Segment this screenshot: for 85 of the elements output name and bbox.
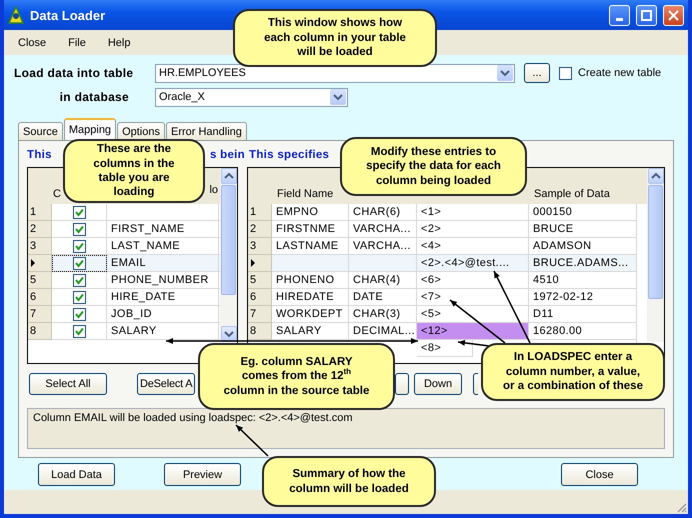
action-button[interactable]: Preview bbox=[164, 463, 241, 486]
panel-button[interactable]: DeSelect A bbox=[137, 373, 195, 395]
table-cell: 000150 bbox=[529, 204, 637, 221]
table-cell: CHAR(3) bbox=[349, 306, 417, 323]
table-cell: 4510 bbox=[529, 272, 637, 289]
field-label: Load data into table bbox=[14, 66, 134, 80]
callout: Modify these entries to specify the data for each column being loaded bbox=[340, 137, 527, 196]
table-cell: ADAMSON bbox=[529, 238, 637, 255]
table-cell: PHONE_NUMBER bbox=[107, 272, 219, 289]
menu-item[interactable]: Close bbox=[18, 36, 46, 48]
row-header[interactable]: 8 bbox=[248, 323, 272, 340]
row-header[interactable]: 2 bbox=[248, 221, 272, 238]
table-cell: SALARY bbox=[272, 323, 349, 340]
panel-button[interactable]: Select All bbox=[29, 373, 107, 395]
table-cell: LASTNAME bbox=[272, 238, 349, 255]
table-cell: VARCHA... bbox=[349, 221, 417, 238]
column-header: C bbox=[52, 188, 62, 202]
table-cell: PHONENO bbox=[272, 272, 349, 289]
action-button[interactable]: Load Data bbox=[38, 463, 115, 486]
row-header[interactable]: 3 bbox=[248, 238, 272, 255]
table-cell: SALARY bbox=[107, 323, 219, 340]
row-header[interactable]: 7 bbox=[28, 306, 52, 323]
table-cell: FIRST_NAME bbox=[107, 221, 219, 238]
table-cell: JOB_ID bbox=[107, 306, 219, 323]
table-cell: DATE bbox=[349, 289, 417, 306]
row-header[interactable]: 3 bbox=[28, 238, 52, 255]
row-header[interactable]: 8 bbox=[28, 323, 52, 340]
row-header[interactable]: 6 bbox=[248, 289, 272, 306]
callout: Summary of how the column will be loaded bbox=[262, 456, 436, 507]
action-button[interactable]: Close bbox=[561, 463, 638, 486]
panel-button[interactable]: Down bbox=[414, 373, 462, 395]
table-cell: BRUCE.ADAMS... bbox=[529, 255, 637, 272]
row-header[interactable]: 6 bbox=[28, 289, 52, 306]
callout: This window shows how each column in your table will be loaded bbox=[233, 9, 437, 67]
table-cell: D11 bbox=[529, 306, 637, 323]
window-title: Data Loader bbox=[30, 8, 106, 22]
menu-item[interactable]: Help bbox=[108, 36, 130, 48]
table-cell: HIRE_DATE bbox=[107, 289, 219, 306]
table-cell: HIREDATE bbox=[272, 289, 349, 306]
menu-item[interactable]: File bbox=[68, 36, 86, 48]
table-cell: DECIMAL... bbox=[349, 323, 417, 340]
loadspec-cell[interactable]: <1> bbox=[417, 204, 529, 221]
callout: In LOADSPEC enter a column number, a value, or a combination of these bbox=[481, 343, 665, 401]
row-header[interactable]: 1 bbox=[28, 204, 52, 221]
loadspec-cell[interactable]: <4> bbox=[417, 238, 529, 255]
table-cell: EMAIL bbox=[107, 255, 219, 272]
callout: These are the columns in the table you are loading bbox=[63, 139, 205, 203]
row-header[interactable]: 2 bbox=[28, 221, 52, 238]
tab[interactable]: Options bbox=[117, 122, 165, 140]
row-header[interactable]: 5 bbox=[28, 272, 52, 289]
table-cell: 16280.00 bbox=[529, 323, 637, 340]
section-heading: s bein bbox=[210, 149, 245, 163]
table-cell: FIRSTNME bbox=[272, 221, 349, 238]
table-cell: WORKDEPT bbox=[272, 306, 349, 323]
tab[interactable]: Error Handling bbox=[166, 122, 247, 140]
loadspec-cell[interactable]: <7> bbox=[417, 289, 529, 306]
table-cell: CHAR(4) bbox=[349, 272, 417, 289]
callout: Eg. column SALARY comes from the 12$^{th}$ column in the source table bbox=[198, 343, 395, 410]
table-cell: CHAR(6) bbox=[349, 204, 417, 221]
checkbox-label: Create new table bbox=[578, 67, 662, 79]
row-header[interactable]: 5 bbox=[248, 272, 272, 289]
summary-text: Column EMAIL will be loaded using loadspec: <2>.<4>@test.com bbox=[33, 412, 353, 424]
table-cell: 1972-02-12 bbox=[529, 289, 637, 306]
loadspec-cell[interactable]: <2> bbox=[417, 221, 529, 238]
row-header[interactable]: 7 bbox=[248, 306, 272, 323]
column-header: Field Name bbox=[276, 188, 334, 202]
database-dropdown[interactable]: Oracle_X bbox=[155, 88, 348, 106]
column-header: Sample of Data bbox=[533, 188, 611, 202]
table-cell: VARCHA... bbox=[349, 238, 417, 255]
tab[interactable]: Mapping bbox=[64, 118, 116, 140]
browse-button[interactable]: ... bbox=[524, 63, 550, 83]
table-cell: LAST_NAME bbox=[107, 238, 219, 255]
section-heading: This specifies bbox=[249, 149, 330, 163]
tab[interactable]: Source bbox=[18, 122, 63, 140]
row-header[interactable]: 1 bbox=[248, 204, 272, 221]
table-cell: BRUCE bbox=[529, 221, 637, 238]
loadspec-cell[interactable]: <12> bbox=[417, 323, 529, 340]
loadspec-cell[interactable]: <5> bbox=[417, 306, 529, 323]
section-heading: This bbox=[27, 149, 52, 163]
table-cell: EMPNO bbox=[272, 204, 349, 221]
loadspec-cell[interactable]: <8> bbox=[417, 340, 473, 357]
field-label: in database bbox=[58, 90, 130, 104]
column-header: lo bbox=[208, 184, 218, 198]
loadspec-cell[interactable]: <2>.<4>@test.... bbox=[417, 255, 529, 272]
loadspec-cell[interactable]: <6> bbox=[417, 272, 529, 289]
